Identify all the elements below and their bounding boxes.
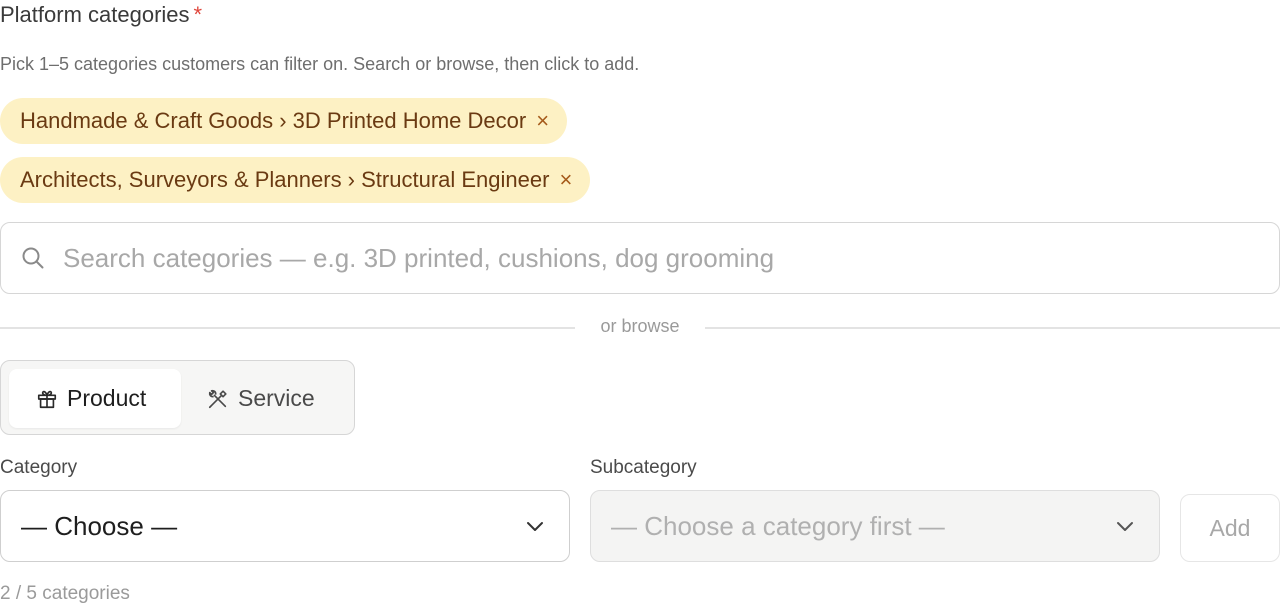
- toggle-option-label: Service: [238, 385, 315, 411]
- category-search-input[interactable]: [61, 241, 1215, 275]
- divider-label: or browse: [600, 316, 680, 336]
- gift-icon: [37, 390, 57, 408]
- category-search-box[interactable]: [0, 222, 1280, 294]
- field-title: Platform categories *: [0, 2, 202, 28]
- required-marker: *: [193, 2, 203, 27]
- field-helper-text: Pick 1–5 categories customers can filter…: [0, 54, 640, 74]
- divider-line-left: [0, 327, 575, 329]
- category-select-value: — Choose —: [21, 510, 178, 541]
- chip-remove-icon[interactable]: ×: [559, 169, 572, 191]
- chip-label: Architects, Surveyors & Planners › Struc…: [20, 167, 550, 192]
- selected-category-chip: Handmade & Craft Goods › 3D Printed Home…: [0, 98, 568, 144]
- field-title-text: Platform categories: [0, 2, 190, 27]
- toggle-option-product[interactable]: Product: [9, 369, 181, 428]
- category-count: 2 / 5 categories: [0, 583, 130, 604]
- toggle-option-label: Product: [67, 385, 147, 411]
- type-toggle: Product Service: [0, 360, 355, 435]
- subcategory-select[interactable]: — Choose a category first —: [590, 490, 1160, 562]
- divider-line-right: [705, 327, 1280, 329]
- chip-label: Handmade & Craft Goods › 3D Printed Home…: [20, 108, 527, 133]
- search-icon: [22, 247, 44, 269]
- category-select[interactable]: — Choose —: [0, 490, 570, 562]
- subcategory-select-value: — Choose a category first —: [611, 510, 945, 541]
- chevron-down-icon: [527, 522, 543, 531]
- chip-remove-icon[interactable]: ×: [536, 110, 549, 132]
- selected-category-chip: Architects, Surveyors & Planners › Struc…: [0, 157, 591, 203]
- tools-icon: [208, 389, 227, 408]
- category-label: Category: [0, 457, 78, 478]
- chevron-down-icon: [1117, 522, 1133, 531]
- add-button[interactable]: Add: [1180, 494, 1280, 562]
- subcategory-label: Subcategory: [590, 457, 697, 478]
- toggle-option-service[interactable]: Service: [186, 369, 346, 428]
